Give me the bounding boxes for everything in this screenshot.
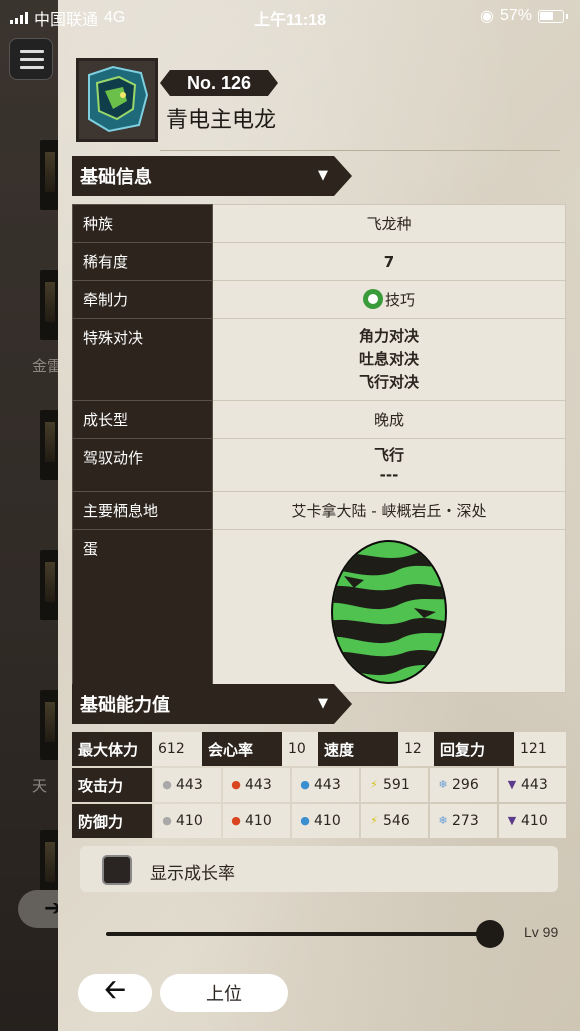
riding-action: 飞行	[373, 446, 404, 464]
defense-thunder: ⚡ 546	[361, 804, 428, 838]
row-key: 主要栖息地	[72, 491, 213, 530]
chevron-down-icon: ▼	[318, 168, 328, 183]
row-key: 牵制力	[72, 280, 213, 319]
water-icon: ●	[300, 778, 310, 791]
table-row: 蛋	[72, 529, 566, 693]
technical-icon	[362, 289, 383, 309]
section-title: 基础信息	[80, 167, 152, 188]
divider	[160, 150, 560, 151]
stat-value: 121	[514, 732, 566, 766]
hamburger-icon	[20, 50, 44, 53]
stat-value: 10	[282, 732, 318, 766]
growth-checkbox[interactable]	[102, 855, 132, 885]
row-value: 艾卡拿大陆 - 峡概岩丘・深处	[212, 491, 566, 530]
rank-label: 上位	[206, 984, 242, 1005]
table-row: 主要栖息地 艾卡拿大陆 - 峡概岩丘・深处	[72, 491, 566, 530]
thunder-icon: ⚡	[370, 778, 378, 791]
show-growth-toggle[interactable]: 显示成长率	[80, 846, 558, 892]
monster-number: No. 126	[160, 70, 278, 96]
base-stats: 最大体力 612 会心率 10 速度 12 回复力 121 攻击力 ● 443 ●…	[72, 732, 566, 840]
section-base-stats-header[interactable]: 基础能力值 ▼	[72, 684, 352, 724]
stat-label: 速度	[318, 732, 398, 766]
row-key: 蛋	[72, 529, 213, 693]
chevron-down-icon: ▼	[318, 696, 328, 711]
attack-ice: ❄ 296	[430, 768, 497, 802]
kinship-skill: 吐息对决	[358, 350, 419, 368]
row-key: 特殊对决	[72, 318, 213, 401]
egg-image	[331, 540, 447, 684]
fire-icon: ●	[231, 778, 241, 791]
row-value: 技巧	[384, 291, 415, 309]
attack-dragon: ▼ 443	[499, 768, 566, 802]
riding-action: ---	[379, 466, 399, 484]
defense-water: ● 410	[292, 804, 359, 838]
row-value: 飞龙种	[212, 204, 566, 243]
row-value: 7	[383, 252, 395, 271]
menu-button[interactable]	[9, 38, 53, 80]
section-title: 基础能力值	[80, 695, 170, 716]
battery-percent: 57%	[499, 7, 532, 24]
basic-info-table: 种族 飞龙种 稀有度 7 牵制力 技巧 特殊对决 角力对决 吐息对决 飞行对决 …	[72, 204, 566, 693]
monster-icon	[76, 58, 158, 142]
defense-fire: ● 410	[223, 804, 290, 838]
row-key: 种族	[72, 204, 213, 243]
ice-icon: ❄	[438, 814, 448, 827]
back-button[interactable]: 🡠	[78, 974, 152, 1012]
level-label: Lv 99	[524, 924, 559, 940]
stat-value: 12	[398, 732, 434, 766]
neutral-icon: ●	[162, 778, 172, 791]
monster-name: 青电主电龙	[166, 108, 277, 133]
attack-thunder: ⚡ 591	[361, 768, 428, 802]
attack-fire: ● 443	[223, 768, 290, 802]
dragon-icon: ▼	[507, 778, 517, 791]
level-slider-handle[interactable]	[476, 920, 504, 948]
stat-label: 攻击力	[72, 768, 152, 802]
water-icon: ●	[300, 814, 310, 827]
table-row: 成长型 晚成	[72, 400, 566, 439]
dragon-icon: ▼	[507, 814, 517, 827]
status-bar: 中国联通 4G 上午11:18 ◉ 57%	[0, 0, 580, 32]
neutral-icon: ●	[162, 814, 172, 827]
stat-value: 612	[152, 732, 202, 766]
fire-icon: ●	[231, 814, 241, 827]
defense-ice: ❄ 273	[430, 804, 497, 838]
kinship-skill: 飞行对决	[358, 373, 419, 391]
rotation-lock-icon: ◉	[480, 8, 494, 25]
growth-label: 显示成长率	[150, 864, 235, 884]
table-row: 种族 飞龙种	[72, 204, 566, 243]
defense-dragon: ▼ 410	[499, 804, 566, 838]
table-row: 稀有度 7	[72, 242, 566, 281]
stat-label: 会心率	[202, 732, 282, 766]
table-row: 驾驭动作 飞行 ---	[72, 438, 566, 492]
section-basic-info-header[interactable]: 基础信息 ▼	[72, 156, 352, 196]
table-row: 牵制力 技巧	[72, 280, 566, 319]
back-arrow-icon: 🡠	[104, 975, 126, 1005]
row-key: 驾驭动作	[72, 438, 213, 492]
battery-icon	[538, 9, 564, 23]
attack-water: ● 443	[292, 768, 359, 802]
row-value: 晚成	[212, 400, 566, 439]
attack-row: 攻击力 ● 443 ● 443 ● 443 ⚡ 591 ❄ 296 ▼ 443	[72, 768, 566, 802]
row-key: 成长型	[72, 400, 213, 439]
stat-label: 回复力	[434, 732, 514, 766]
level-slider-track[interactable]	[106, 932, 490, 936]
table-row: 特殊对决 角力对决 吐息对决 飞行对决	[72, 318, 566, 401]
defense-row: 防御力 ● 410 ● 410 ● 410 ⚡ 546 ❄ 273 ▼ 410	[72, 804, 566, 838]
thunder-icon: ⚡	[370, 814, 378, 827]
stat-label: 防御力	[72, 804, 152, 838]
stats-summary-row: 最大体力 612 会心率 10 速度 12 回复力 121	[72, 732, 566, 766]
attack-neutral: ● 443	[154, 768, 221, 802]
rank-button[interactable]: 上位	[160, 974, 288, 1012]
defense-neutral: ● 410	[154, 804, 221, 838]
ice-icon: ❄	[438, 778, 448, 791]
stat-label: 最大体力	[72, 732, 152, 766]
row-key: 稀有度	[72, 242, 213, 281]
kinship-skill: 角力对决	[358, 327, 419, 345]
